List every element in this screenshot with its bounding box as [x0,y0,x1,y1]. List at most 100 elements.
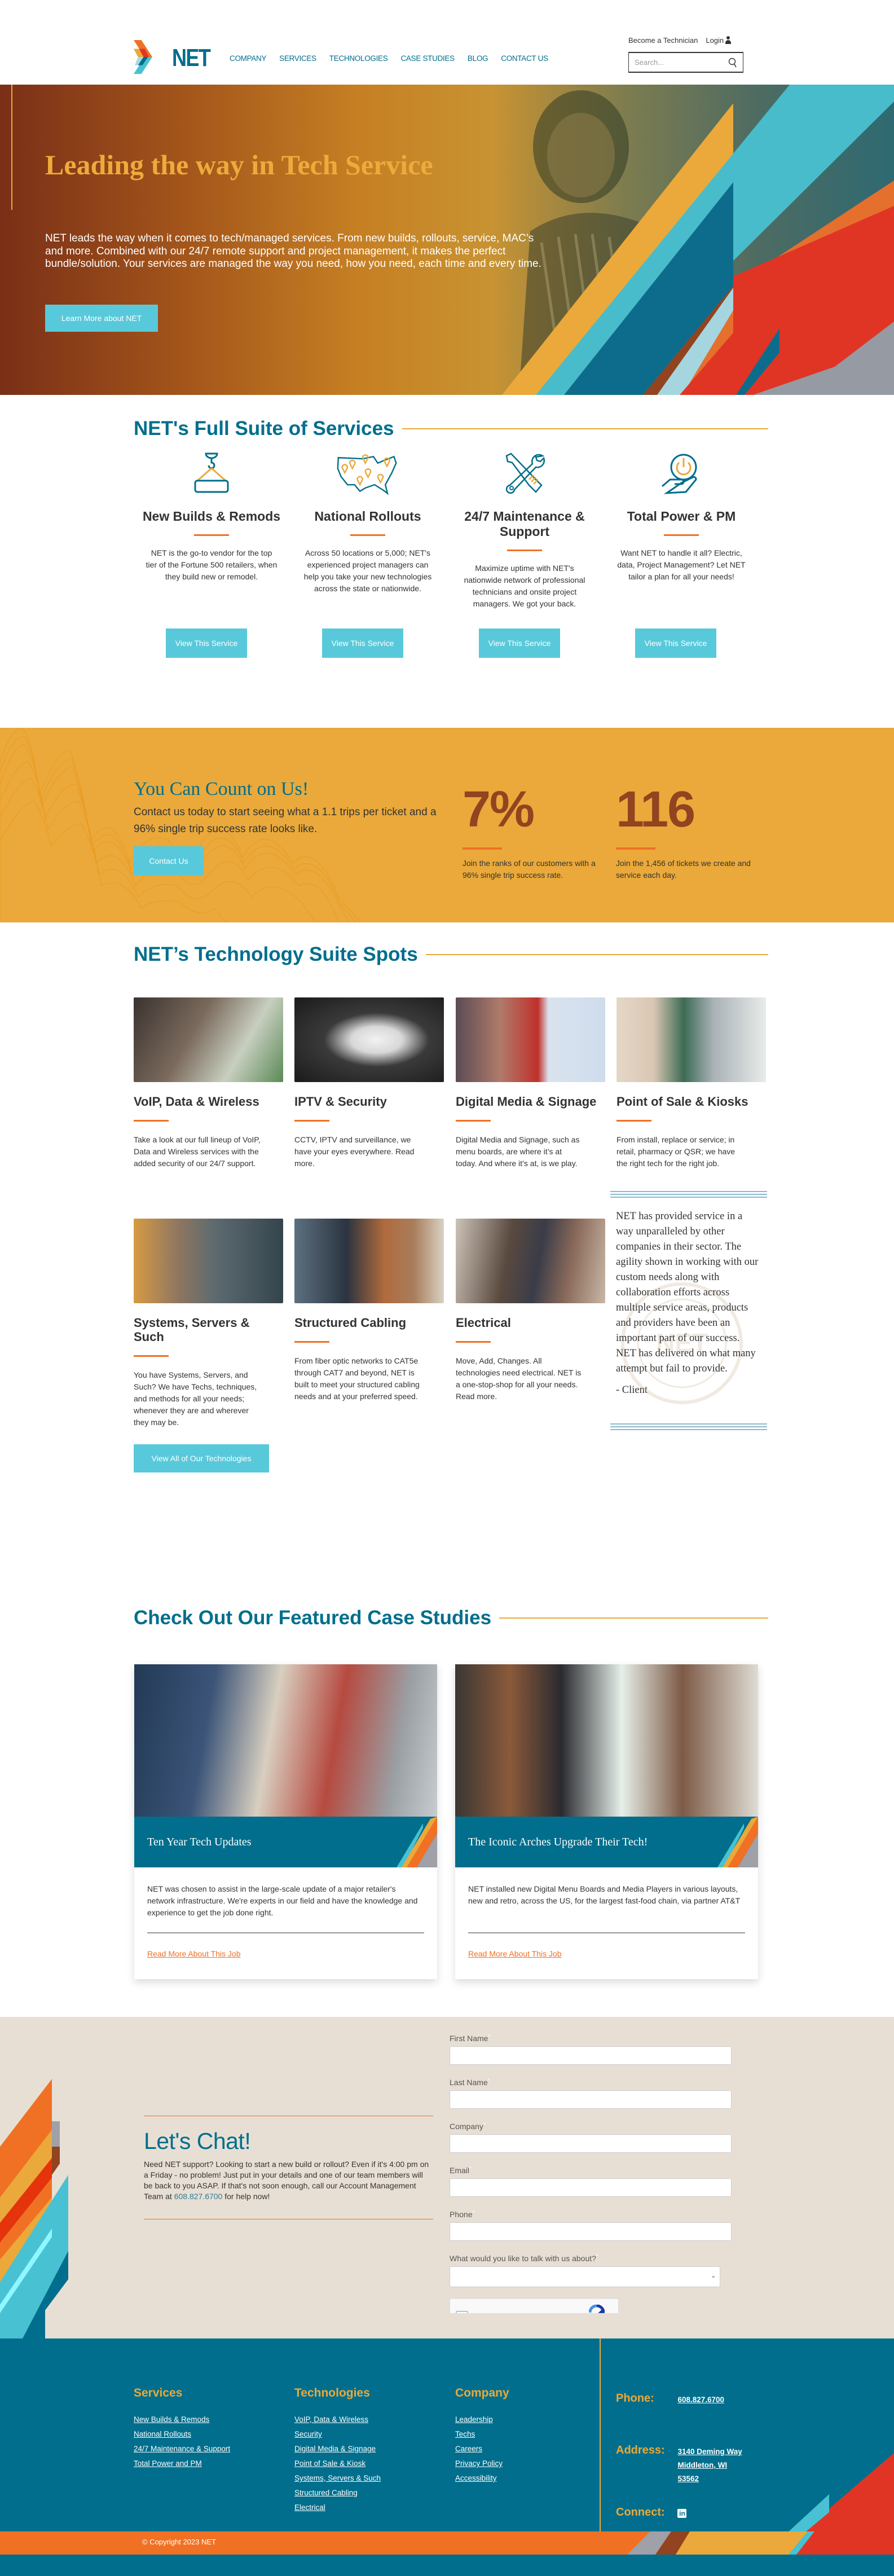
login-label: Login [706,36,724,45]
stat-text: Join the 1,456 of tickets we create and … [616,859,751,880]
service-text: Want NET to handle it all? Electric, dat… [617,548,746,581]
service-card: New Builds & Remods NET is the go-to ven… [141,451,282,583]
linkedin-icon[interactable]: in [677,2509,687,2518]
view-service-button[interactable]: View This Service [322,628,403,658]
login-link[interactable]: Login [706,36,732,45]
footer-address-link[interactable]: 3140 Deming Way Middleton, WI 53562 [677,2444,742,2486]
email-label: Email* [450,2166,808,2175]
nav-services[interactable]: SERVICES [279,54,316,63]
last-name-field[interactable] [450,2090,732,2109]
footer-link[interactable]: Systems, Servers & Such [294,2471,381,2486]
copyright-stripes [627,2531,894,2555]
footer-link[interactable]: Security [294,2427,381,2442]
footer-link[interactable]: New Builds & Remods [134,2412,230,2427]
required-mark: * [483,2122,486,2128]
email-label-text: Email [450,2166,470,2175]
read-more-link[interactable]: Read More About This Job [468,1949,562,1958]
stat-block: 116 Join the 1,456 of tickets we create … [616,784,751,881]
chat-stripes-decoration [0,2079,68,2338]
contact-us-button[interactable]: Contact Us [134,846,204,876]
technology-card[interactable]: Electrical Move, Add, Changes. All techn… [456,1219,605,1403]
technology-title: Structured Cabling [294,1316,407,1330]
footer-link[interactable]: Privacy Policy [455,2456,509,2471]
view-service-button[interactable]: View This Service [479,628,560,658]
phone-label: Phone* [450,2210,808,2219]
nav-company[interactable]: COMPANY [230,54,266,63]
footer-link[interactable]: Techs [455,2427,509,2442]
recaptcha-checkbox[interactable] [456,2311,468,2313]
footer-address: Address: 3140 Deming Way Middleton, WI 5… [616,2444,742,2486]
service-text: Across 50 locations or 5,000; NET's expe… [303,548,432,593]
chat-phone-link[interactable]: 608.827.6700 [174,2192,223,2201]
view-all-technologies-button[interactable]: View All of Our Technologies [134,1444,269,1472]
topic-select[interactable]: ⌄ [450,2266,720,2287]
contact-section: Let's Chat! Need NET support? Looking to… [0,2017,894,2338]
required-mark: * [488,2034,491,2040]
technology-card[interactable]: IPTV & Security CCTV, IPTV and surveilla… [294,997,444,1170]
footer-link[interactable]: Total Power and PM [134,2456,230,2471]
footer-link[interactable]: National Rollouts [134,2427,230,2442]
wrench-screwdriver-icon [505,452,545,494]
technology-text: Digital Media and Signage, such as menu … [456,1135,580,1168]
nav-case-studies[interactable]: CASE STUDIES [400,54,455,63]
heading-rule [402,428,768,429]
required-mark: * [596,2254,598,2260]
technology-text: CCTV, IPTV and surveillance, we have you… [294,1135,415,1168]
footer-link[interactable]: VoIP, Data & Wireless [294,2412,381,2427]
email-field[interactable] [450,2178,732,2197]
phone-field[interactable] [450,2222,732,2241]
stat-rule [463,847,502,850]
store-associates-photo [134,997,283,1082]
company-label: Company* [450,2122,808,2131]
case-studies-title: Check Out Our Featured Case Studies [134,1607,492,1629]
company-label-text: Company [450,2122,483,2131]
search-icon[interactable] [728,58,737,68]
footer-link[interactable]: Careers [455,2442,509,2456]
search-input[interactable] [629,58,719,67]
footer-phone-link[interactable]: 608.827.6700 [677,2392,724,2407]
checkout-counter-photo [134,1664,437,1817]
title-rule [134,1120,169,1122]
footer-link[interactable]: Digital Media & Signage [294,2442,381,2456]
count-on-us-section: You Can Count on Us! Contact us today to… [0,728,894,922]
become-technician-link[interactable]: Become a Technician [628,36,698,45]
stat-block: 7% Join the ranks of our customers with … [463,784,598,881]
read-more-link[interactable]: Read More About This Job [147,1949,241,1958]
phone-label: Phone: [616,2392,654,2404]
nav-technologies[interactable]: TECHNOLOGIES [329,54,388,63]
first-name-field[interactable] [450,2046,732,2065]
footer-link[interactable]: Electrical [294,2500,381,2515]
technology-card[interactable]: Systems, Servers & Such You have Systems… [134,1219,283,1428]
footer-link[interactable]: Leadership [455,2412,509,2427]
footer-link[interactable]: Structured Cabling [294,2486,381,2500]
service-text: Maximize uptime with NET's nationwide ne… [464,564,585,608]
stat-value: 116 [616,781,695,838]
company-field[interactable] [450,2134,732,2153]
net-logo[interactable]: NET [134,39,218,77]
footer-link[interactable]: Point of Sale & Kiosk [294,2456,381,2471]
quote-bottom-rule [610,1423,767,1430]
address-label: Address: [616,2444,665,2456]
footer-technologies-column: Technologies VoIP, Data & Wireless Secur… [294,2386,381,2515]
title-rule [294,1120,329,1122]
service-title: 24/7 Maintenance & Support [464,509,585,539]
footer-link[interactable]: 24/7 Maintenance & Support [134,2442,230,2456]
technology-card[interactable]: VoIP, Data & Wireless Take a look at our… [134,997,283,1170]
service-title: Total Power & PM [627,509,736,524]
footer-link[interactable]: Accessibility [455,2471,509,2486]
utility-links: Become a Technician Login [628,36,732,45]
quote-top-rule [610,1191,767,1198]
view-service-button[interactable]: View This Service [635,628,716,658]
nav-blog[interactable]: BLOG [468,54,488,63]
technology-card[interactable]: Point of Sale & Kiosks From install, rep… [616,997,766,1170]
case-study-card: Ten Year Tech Updates NET was chosen to … [134,1664,437,1979]
technology-card[interactable]: Structured Cabling From fiber optic netw… [294,1219,444,1403]
nav-contact-us[interactable]: CONTACT US [501,54,548,63]
technology-card[interactable]: Digital Media & Signage Digital Media an… [456,997,605,1170]
kiosk-family-photo [455,1664,758,1817]
search-box [628,52,743,73]
view-service-button[interactable]: View This Service [166,628,247,658]
title-rule [350,534,385,536]
technology-title: IPTV & Security [294,1094,387,1109]
required-mark: * [469,2166,472,2172]
